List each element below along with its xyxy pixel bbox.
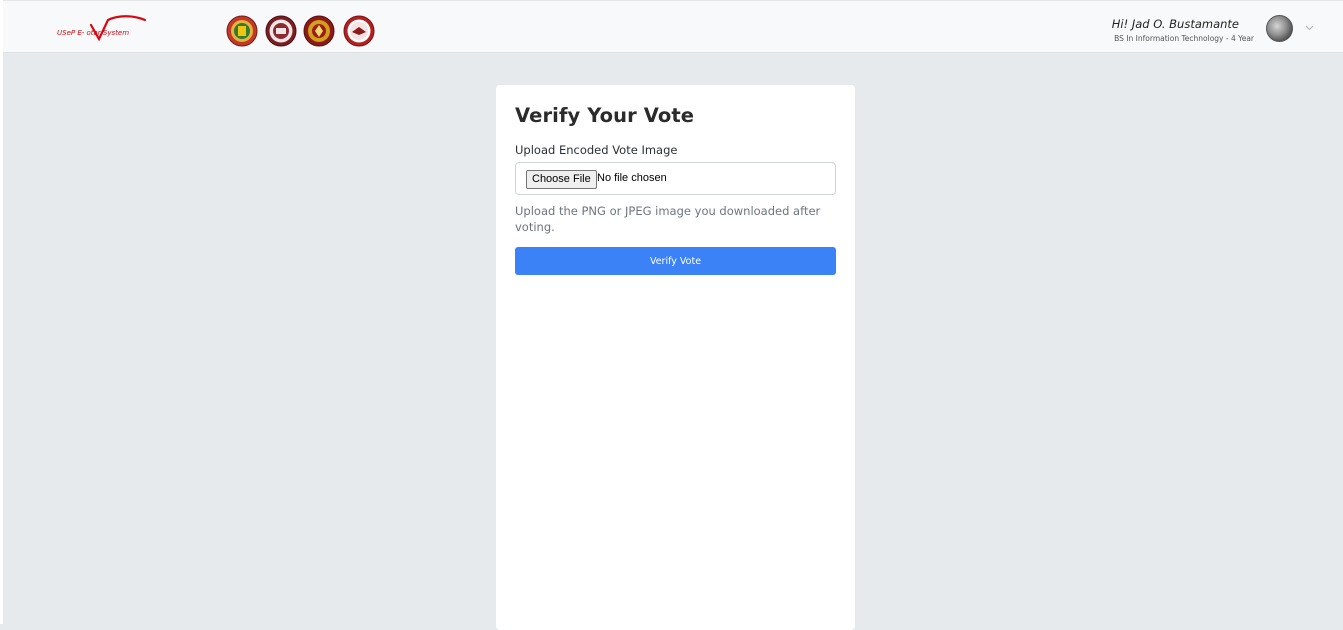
verify-vote-card: Verify Your Vote Upload Encoded Vote Ima… (496, 85, 855, 630)
user-program: BS In Information Technology - 4 Year (1114, 34, 1254, 43)
page-title: Verify Your Vote (515, 104, 694, 127)
usep-evoter-logo[interactable]: USeP E- otar System (53, 13, 153, 43)
verify-vote-button[interactable]: Verify Vote (515, 247, 836, 275)
seal-1-icon (226, 15, 258, 47)
file-status-text: No file chosen (597, 172, 667, 184)
checkmark-logo-icon (53, 13, 153, 43)
seal-2-icon (265, 15, 297, 47)
upload-label: Upload Encoded Vote Image (515, 143, 677, 157)
user-greeting: Hi! Jad O. Bustamante (1112, 17, 1239, 31)
choose-file-button[interactable]: Choose File (526, 170, 597, 189)
top-navbar: USeP E- otar System (3, 0, 1343, 53)
chevron-down-icon[interactable] (1305, 25, 1314, 31)
seal-3-icon (303, 15, 335, 47)
logo-text: USeP E- otar System (57, 29, 129, 37)
user-avatar[interactable] (1266, 15, 1293, 42)
file-upload-input[interactable]: Choose File No file chosen (515, 162, 836, 195)
upload-help-text: Upload the PNG or JPEG image you downloa… (515, 203, 835, 235)
seal-4-icon (343, 15, 375, 47)
